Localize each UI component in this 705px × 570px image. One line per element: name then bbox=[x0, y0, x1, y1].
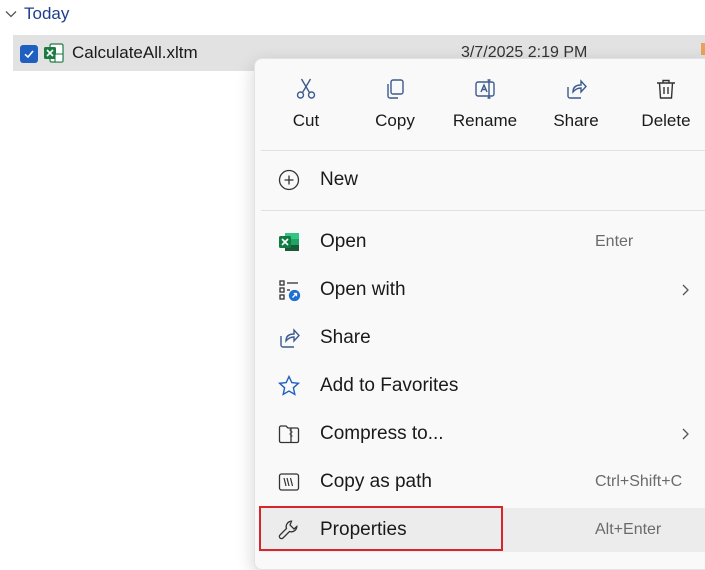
menu-item-label: Properties bbox=[320, 519, 407, 540]
plus-circle-icon bbox=[278, 169, 300, 191]
cut-button[interactable]: Cut bbox=[261, 77, 351, 141]
chevron-right-icon bbox=[682, 284, 689, 296]
trash-icon bbox=[657, 79, 675, 99]
group-label: Today bbox=[24, 4, 70, 23]
rename-label: Rename bbox=[452, 111, 518, 130]
menu-item-compress-to[interactable]: Compress to... bbox=[259, 412, 705, 456]
separator bbox=[261, 150, 705, 151]
chevron-right-icon bbox=[682, 428, 689, 440]
group-header-today[interactable]: Today bbox=[4, 2, 69, 26]
row-accent bbox=[701, 43, 705, 55]
shortcut-text: Enter bbox=[595, 233, 634, 250]
menu-item-new[interactable]: New bbox=[259, 158, 705, 202]
menu-item-add-to-favorites[interactable]: Add to Favorites bbox=[259, 364, 705, 408]
rename-icon bbox=[475, 79, 495, 99]
check-icon bbox=[24, 50, 34, 59]
menu-item-label: Copy as path bbox=[320, 471, 432, 492]
menu-item-share[interactable]: Share bbox=[259, 316, 705, 360]
file-name: CalculateAll.xltm bbox=[72, 43, 198, 62]
menu-item-open-with[interactable]: Open with bbox=[259, 268, 705, 312]
share-quick-button[interactable]: Share bbox=[531, 77, 621, 141]
menu-item-label: Compress to... bbox=[320, 423, 444, 444]
menu-item-label: Open bbox=[320, 231, 367, 252]
menu-item-label: Add to Favorites bbox=[320, 375, 459, 396]
delete-label: Delete bbox=[641, 111, 691, 130]
cut-label: Cut bbox=[292, 111, 320, 130]
context-menu: Cut Copy Rename Share Delete New Open En… bbox=[254, 58, 705, 570]
separator bbox=[261, 210, 705, 211]
share-quick-label: Share bbox=[553, 111, 599, 130]
copy-path-icon bbox=[278, 473, 300, 491]
shortcut-text: Ctrl+Shift+C bbox=[595, 473, 683, 490]
menu-item-copy-as-path[interactable]: Copy as path Ctrl+Shift+C bbox=[259, 460, 705, 504]
copy-button[interactable]: Copy bbox=[350, 77, 440, 141]
wrench-icon bbox=[278, 520, 298, 540]
menu-item-properties[interactable]: Properties Alt+Enter bbox=[259, 508, 705, 552]
open-with-icon bbox=[279, 280, 301, 302]
chevron-down-icon bbox=[5, 11, 17, 18]
copy-label: Copy bbox=[375, 111, 415, 130]
menu-item-open[interactable]: Open Enter bbox=[259, 220, 705, 264]
rename-button[interactable]: Rename bbox=[440, 77, 530, 141]
quick-actions-bar: Cut Copy Rename Share Delete bbox=[255, 59, 705, 151]
star-icon bbox=[277, 374, 301, 396]
excel-icon bbox=[279, 233, 299, 251]
delete-button[interactable]: Delete bbox=[621, 77, 705, 141]
menu-item-label: New bbox=[320, 169, 359, 190]
shortcut-text: Alt+Enter bbox=[595, 521, 662, 538]
menu-item-label: Open with bbox=[320, 279, 406, 300]
zip-folder-icon bbox=[278, 425, 300, 444]
scissors-icon bbox=[296, 78, 316, 99]
excel-file-icon bbox=[44, 43, 64, 63]
copy-icon bbox=[387, 79, 404, 99]
share-icon bbox=[280, 328, 300, 348]
share-icon bbox=[567, 79, 587, 99]
menu-item-label: Share bbox=[320, 327, 371, 348]
checkbox[interactable] bbox=[20, 45, 38, 63]
